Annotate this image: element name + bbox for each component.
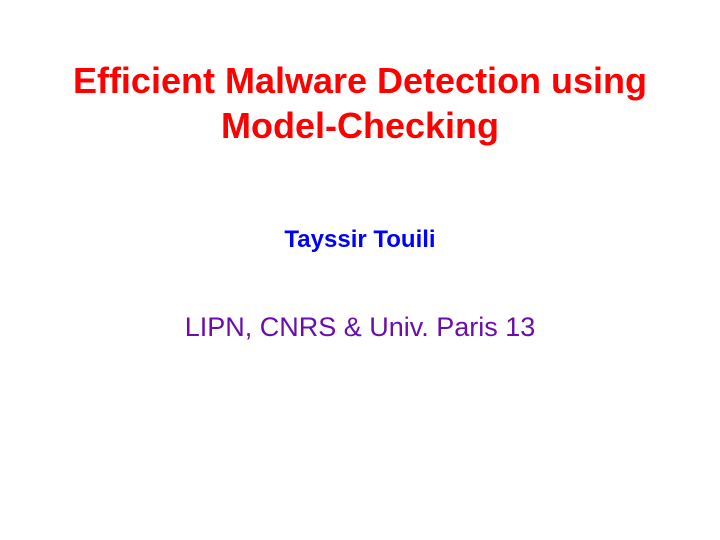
slide-container: Efficient Malware Detection using Model-… — [0, 0, 720, 540]
author-affiliation: LIPN, CNRS & Univ. Paris 13 — [0, 312, 720, 343]
title-line-2: Model-Checking — [221, 105, 499, 146]
title-line-1: Efficient Malware Detection using — [73, 60, 647, 101]
author-name: Tayssir Touili — [0, 226, 720, 254]
slide-title: Efficient Malware Detection using Model-… — [0, 58, 720, 148]
